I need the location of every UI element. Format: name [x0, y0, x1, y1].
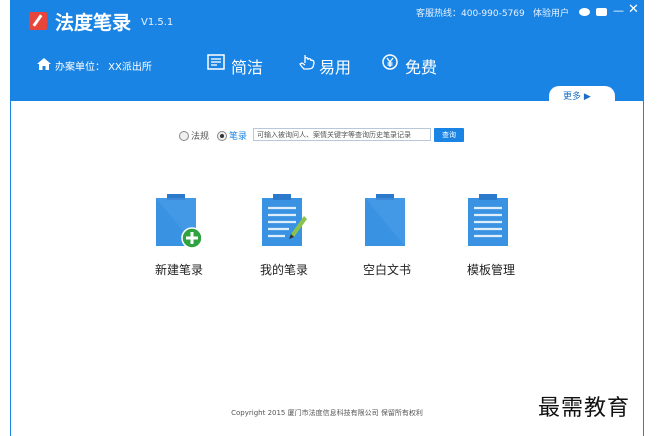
radio-note-label[interactable]: 笔录	[229, 129, 247, 142]
slogan-simple: 简洁	[231, 58, 264, 77]
my-notes-icon[interactable]	[261, 194, 307, 249]
template-management-label[interactable]: 模板管理	[467, 261, 515, 278]
chat-icon[interactable]	[579, 8, 590, 16]
unit-label: 办案单位： XX派出所	[55, 62, 152, 73]
message-icon[interactable]	[596, 8, 607, 16]
yen-icon	[382, 54, 398, 70]
close-button[interactable]: ✕	[628, 3, 639, 17]
service-hotline: 客服热线：400-990-5769	[416, 9, 525, 19]
more-link[interactable]: 更多 ▶	[563, 89, 591, 102]
header-bar: 法度笔录 V1.5.1 客服热线：400-990-5769 体验用户 — ✕ 办…	[11, 0, 643, 104]
search-input[interactable]: 可输入被询问人、案情关键字等查询历史笔录记录	[253, 128, 431, 141]
watermark: 最需教育	[538, 396, 631, 421]
new-note-label[interactable]: 新建笔录	[155, 261, 203, 278]
slogan-easy: 易用	[319, 58, 352, 77]
document-icon	[207, 54, 225, 70]
radio-law[interactable]	[179, 131, 189, 141]
home-icon	[37, 58, 51, 70]
blank-document-label[interactable]: 空白文书	[363, 261, 411, 278]
new-note-icon[interactable]	[155, 194, 201, 249]
radio-note[interactable]	[217, 131, 227, 141]
minimize-button[interactable]: —	[613, 4, 624, 18]
app-logo-icon	[29, 12, 47, 30]
radio-law-label[interactable]: 法规	[191, 129, 209, 142]
template-management-icon[interactable]	[467, 194, 513, 249]
my-notes-label[interactable]: 我的笔录	[260, 261, 308, 278]
app-title: 法度笔录	[55, 12, 132, 34]
app-version: V1.5.1	[141, 17, 174, 28]
search-button[interactable]: 查询	[434, 128, 464, 142]
blank-document-icon[interactable]	[364, 194, 410, 249]
app-window: 法度笔录 V1.5.1 客服热线：400-990-5769 体验用户 — ✕ 办…	[10, 0, 644, 436]
hand-pointer-icon	[299, 55, 315, 70]
slogan-free: 免费	[405, 58, 438, 77]
trial-user-link[interactable]: 体验用户	[533, 6, 569, 19]
